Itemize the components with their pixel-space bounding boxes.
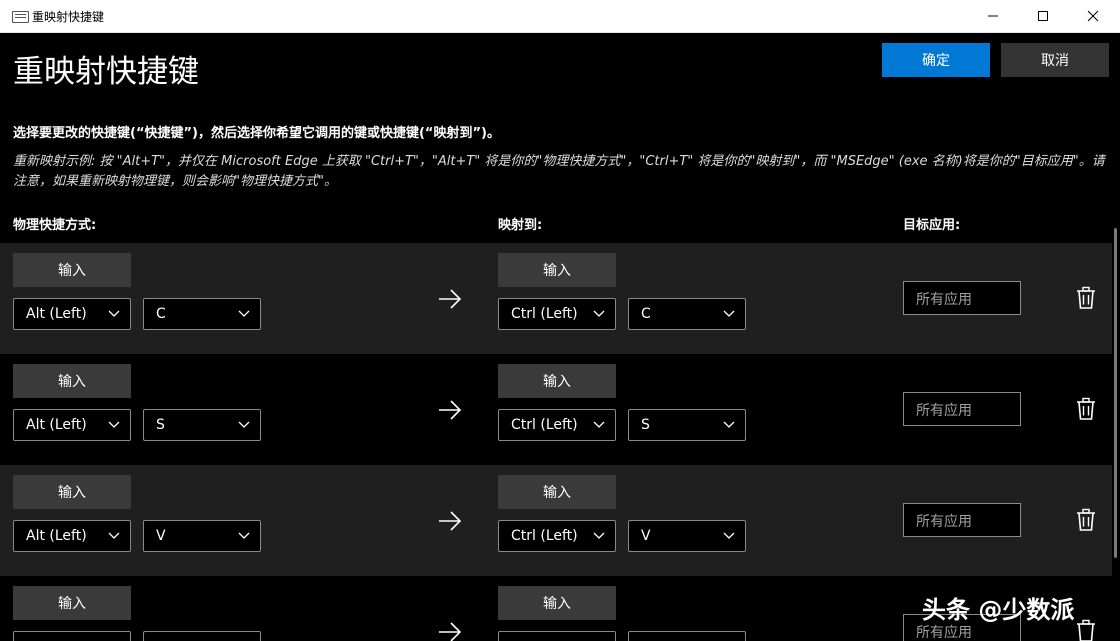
mapping-row: 输入 Alt (Left) V 输入 Ctrl (Left) V 所有应用 xyxy=(0,465,1112,576)
physical-key-dropdown[interactable]: S xyxy=(143,409,261,441)
column-header-target: 目标应用: xyxy=(903,218,961,233)
mapped-input-button[interactable]: 输入 xyxy=(498,364,616,398)
arrow-right-icon xyxy=(439,400,462,420)
arrow-right-icon xyxy=(439,622,462,641)
target-app-input[interactable]: 所有应用 xyxy=(903,392,1021,426)
arrow-right-icon xyxy=(439,511,462,531)
chevron-down-icon xyxy=(108,421,120,428)
physical-key-dropdown[interactable] xyxy=(143,631,261,641)
title-bar: 重映射快捷键 xyxy=(0,0,1120,33)
close-button[interactable] xyxy=(1070,0,1116,32)
trash-icon[interactable] xyxy=(1075,286,1097,310)
scrollbar[interactable] xyxy=(1114,228,1117,558)
trash-icon[interactable] xyxy=(1075,397,1097,421)
chevron-down-icon xyxy=(593,532,605,539)
physical-modifier-dropdown[interactable] xyxy=(13,631,131,641)
chevron-down-icon xyxy=(238,310,250,317)
example-text: 重新映射示例: 按 "Alt+T"，并仅在 Microsoft Edge 上获取… xyxy=(13,154,1105,189)
target-app-input[interactable]: 所有应用 xyxy=(903,503,1021,537)
physical-key-dropdown[interactable]: C xyxy=(143,298,261,330)
ok-button[interactable]: 确定 xyxy=(882,43,990,77)
physical-modifier-dropdown[interactable]: Alt (Left) xyxy=(13,409,131,441)
chevron-down-icon xyxy=(238,532,250,539)
physical-input-button[interactable]: 输入 xyxy=(13,475,131,509)
arrow-right-icon xyxy=(439,289,462,309)
mapped-input-button[interactable]: 输入 xyxy=(498,586,616,620)
maximize-icon xyxy=(1038,11,1048,21)
mapped-modifier-dropdown[interactable]: Ctrl (Left) xyxy=(498,298,616,330)
mapped-key-dropdown[interactable]: V xyxy=(628,520,746,552)
mapped-modifier-dropdown[interactable]: Ctrl (Left) xyxy=(498,409,616,441)
column-header-mapped: 映射到: xyxy=(498,218,543,233)
physical-key-dropdown[interactable]: V xyxy=(143,520,261,552)
mapped-input-button[interactable]: 输入 xyxy=(498,475,616,509)
trash-icon[interactable] xyxy=(1075,508,1097,532)
chevron-down-icon xyxy=(723,421,735,428)
mapped-key-dropdown[interactable]: C xyxy=(628,298,746,330)
physical-input-button[interactable]: 输入 xyxy=(13,364,131,398)
chevron-down-icon xyxy=(108,310,120,317)
keyboard-icon xyxy=(12,11,29,23)
instructions-text: 选择要更改的快捷键(“快捷键”)，然后选择你希望它调用的键或快捷键(“映射到”)… xyxy=(13,126,500,141)
minimize-button[interactable] xyxy=(970,0,1016,32)
trash-icon[interactable] xyxy=(1075,619,1097,641)
physical-modifier-dropdown[interactable]: Alt (Left) xyxy=(13,520,131,552)
target-app-input[interactable]: 所有应用 xyxy=(903,281,1021,315)
mapped-key-dropdown[interactable]: S xyxy=(628,409,746,441)
physical-modifier-dropdown[interactable]: Alt (Left) xyxy=(13,298,131,330)
chevron-down-icon xyxy=(723,532,735,539)
physical-input-button[interactable]: 输入 xyxy=(13,586,131,620)
mapped-key-dropdown[interactable] xyxy=(628,631,746,641)
column-header-physical: 物理快捷方式: xyxy=(13,218,97,233)
physical-input-button[interactable]: 输入 xyxy=(13,253,131,287)
chevron-down-icon xyxy=(593,421,605,428)
close-icon xyxy=(1087,10,1099,22)
mapped-modifier-dropdown[interactable]: Ctrl (Left) xyxy=(498,520,616,552)
minimize-icon xyxy=(988,15,998,17)
cancel-button[interactable]: 取消 xyxy=(1001,43,1109,77)
mapped-modifier-dropdown[interactable] xyxy=(498,631,616,641)
chevron-down-icon xyxy=(108,532,120,539)
mapping-row: 输入 Alt (Left) S 输入 Ctrl (Left) S 所有应用 xyxy=(0,354,1112,465)
page-title: 重映射快捷键 xyxy=(13,54,199,90)
maximize-button[interactable] xyxy=(1020,0,1066,32)
chevron-down-icon xyxy=(723,310,735,317)
mapped-input-button[interactable]: 输入 xyxy=(498,253,616,287)
window-title: 重映射快捷键 xyxy=(32,10,105,24)
chevron-down-icon xyxy=(593,310,605,317)
mapping-row: 输入 Alt (Left) C 输入 Ctrl (Left) C 所有应用 xyxy=(0,243,1112,354)
chevron-down-icon xyxy=(238,421,250,428)
watermark: 头条 @少数派 xyxy=(922,596,1075,624)
